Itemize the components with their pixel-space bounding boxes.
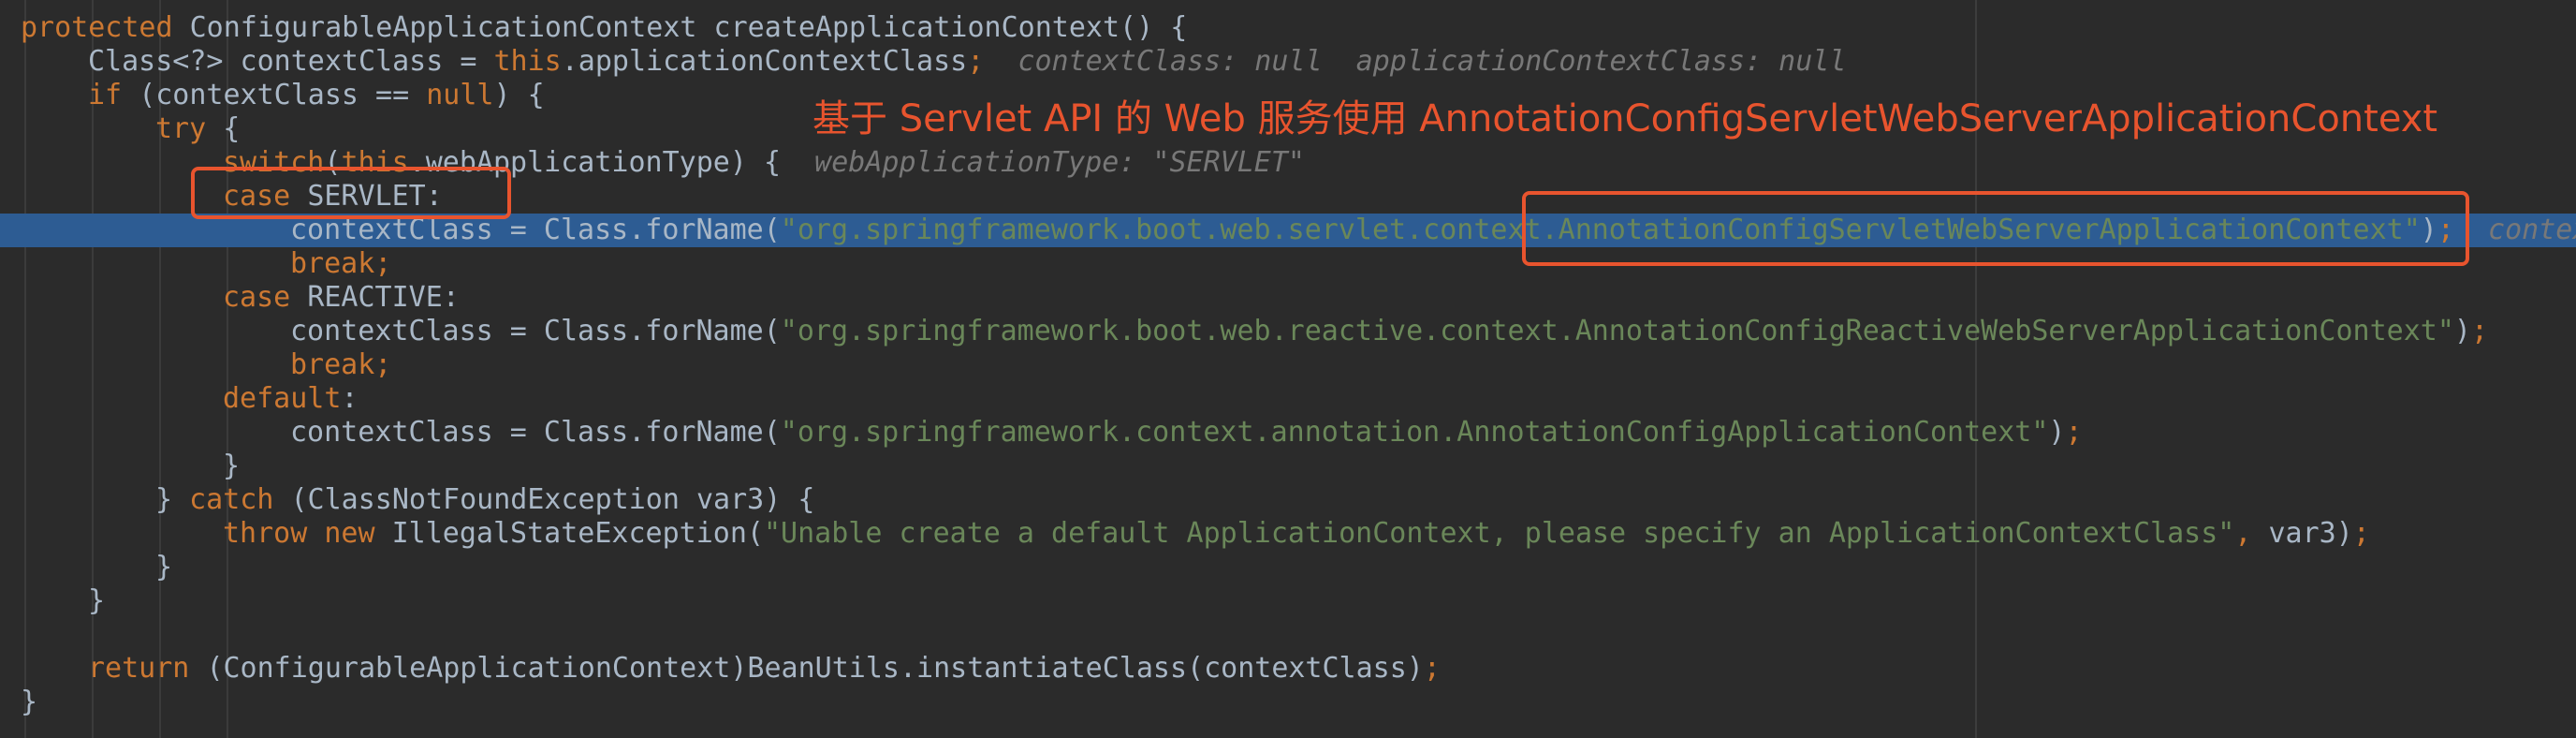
code-line[interactable]: } catch (ClassNotFoundException var3) {: [0, 483, 2576, 517]
code-line[interactable]: }: [0, 551, 2576, 584]
code-text: case SERVLET:: [223, 180, 443, 214]
code-token: contextClass = Class.forName(: [290, 416, 781, 449]
code-token: var3): [2268, 517, 2353, 550]
code-text: }: [88, 584, 105, 618]
code-token: Class<?> contextClass =: [88, 45, 494, 78]
code-token: switch: [223, 146, 325, 179]
code-line[interactable]: default:: [0, 382, 2576, 416]
code-text: contextClass = Class.forName("org.spring…: [290, 214, 2576, 247]
code-token: ConfigurableApplicationContext createApp…: [189, 11, 1188, 44]
code-token: .applicationContextClass: [561, 45, 968, 78]
code-token: ;: [2065, 416, 2083, 449]
code-token: ): [2420, 214, 2437, 246]
code-text: throw new IllegalStateException("Unable …: [223, 517, 2370, 551]
code-line[interactable]: [0, 618, 2576, 652]
code-token: }: [223, 450, 241, 482]
code-text: break;: [290, 348, 391, 382]
code-line[interactable]: contextClass = Class.forName("org.spring…: [0, 416, 2576, 450]
code-token: throw new: [223, 517, 392, 550]
code-token: return: [88, 652, 207, 685]
code-line[interactable]: case SERVLET:: [0, 180, 2576, 214]
code-text: default:: [223, 382, 359, 416]
code-text: protected ConfigurableApplicationContext…: [21, 11, 1187, 45]
code-token: this: [493, 45, 562, 78]
code-token: null: [426, 79, 494, 111]
code-token: .webApplicationType) {: [408, 146, 782, 179]
code-token: ): [2048, 416, 2066, 449]
code-token: ;: [2352, 517, 2370, 550]
code-token: break;: [290, 348, 392, 381]
code-token: "org.springframework.boot.web.reactive.c…: [780, 315, 2454, 347]
code-line[interactable]: }: [0, 584, 2576, 618]
code-token: SERVLET:: [307, 180, 443, 213]
code-text: case REACTIVE:: [223, 281, 460, 315]
code-text: try {: [155, 112, 240, 146]
code-line[interactable]: protected ConfigurableApplicationContext…: [0, 11, 2576, 45]
code-token: (contextClass ==: [139, 79, 427, 111]
code-token: }: [21, 686, 38, 718]
code-line[interactable]: }: [0, 686, 2576, 719]
inline-debug-value: webApplicationType: "SERVLET": [781, 146, 1305, 179]
code-token: catch: [189, 483, 291, 516]
code-token: protected: [21, 11, 190, 44]
code-text: }: [155, 551, 172, 584]
code-token: try: [155, 112, 224, 145]
code-line[interactable]: break;: [0, 348, 2576, 382]
code-token: REACTIVE:: [307, 281, 460, 314]
code-text: return (ConfigurableApplicationContext)B…: [88, 652, 1441, 686]
code-token: ;: [1423, 652, 1441, 685]
code-line[interactable]: contextClass = Class.forName("org.spring…: [0, 315, 2576, 348]
code-token: ,: [2234, 517, 2269, 550]
annotation-callout: 基于 Servlet API 的 Web 服务使用 AnnotationConf…: [812, 97, 2438, 140]
code-token: ): [2453, 315, 2471, 347]
code-token: contextClass = Class.forName(: [290, 315, 781, 347]
code-token: (ClassNotFoundException var3) {: [290, 483, 815, 516]
code-text: contextClass = Class.forName("org.spring…: [290, 315, 2488, 348]
current-execution-line[interactable]: contextClass = Class.forName("org.spring…: [0, 214, 2576, 247]
code-text: switch(this.webApplicationType) { webApp…: [223, 146, 1305, 180]
code-token: case: [223, 281, 308, 314]
code-token: break;: [290, 247, 392, 280]
code-token: }: [155, 483, 190, 516]
code-token: IllegalStateException(: [391, 517, 764, 550]
inline-debug-value: contex: [2453, 214, 2576, 246]
code-token: (: [324, 146, 342, 179]
code-token: {: [223, 112, 241, 145]
code-text: }: [223, 450, 240, 483]
code-token: (ConfigurableApplicationContext)BeanUtil…: [206, 652, 1424, 685]
code-line[interactable]: break;: [0, 247, 2576, 281]
code-text: } catch (ClassNotFoundException var3) {: [155, 483, 814, 517]
code-token: ) {: [493, 79, 545, 111]
code-line[interactable]: switch(this.webApplicationType) { webApp…: [0, 146, 2576, 180]
code-token: "org.springframework.boot.web.servlet.co…: [780, 214, 2421, 246]
code-token: this: [341, 146, 409, 179]
code-text: Class<?> contextClass = this.application…: [88, 45, 1846, 79]
code-text: if (contextClass == null) {: [88, 79, 545, 112]
code-line[interactable]: case REACTIVE:: [0, 281, 2576, 315]
code-line[interactable]: }: [0, 450, 2576, 483]
code-token: default: [223, 382, 342, 415]
code-token: ;: [2470, 315, 2489, 347]
code-line[interactable]: Class<?> contextClass = this.application…: [0, 45, 2576, 79]
code-line[interactable]: return (ConfigurableApplicationContext)B…: [0, 652, 2576, 686]
code-token: ;: [2437, 214, 2454, 246]
code-token: contextClass = Class.forName(: [290, 214, 781, 246]
code-line[interactable]: throw new IllegalStateException("Unable …: [0, 517, 2576, 551]
code-token: if: [88, 79, 139, 111]
code-token: "Unable create a default ApplicationCont…: [763, 517, 2235, 550]
code-token: }: [88, 584, 106, 617]
inline-debug-value: contextClass: null applicationContextCla…: [984, 45, 1847, 78]
code-text: break;: [290, 247, 391, 281]
code-token: :: [341, 382, 359, 415]
code-token: case: [223, 180, 308, 213]
code-token: ;: [967, 45, 985, 78]
code-text: contextClass = Class.forName("org.spring…: [290, 416, 2083, 450]
code-text: }: [21, 686, 37, 719]
code-token: "org.springframework.context.annotation.…: [780, 416, 2049, 449]
code-token: }: [155, 551, 173, 583]
